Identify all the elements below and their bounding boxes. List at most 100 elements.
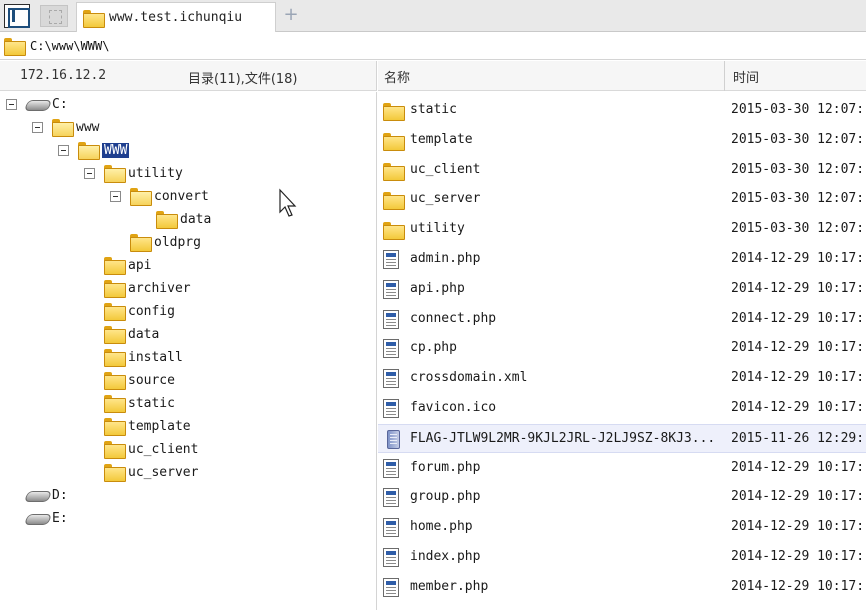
file-icon [383, 458, 399, 478]
folder-open-icon [52, 119, 74, 137]
file-time: 2014-12-29 10:17: [731, 549, 865, 564]
folder-icon [104, 303, 126, 321]
path-input[interactable] [30, 39, 850, 53]
tree-node-d[interactable]: D: [26, 484, 68, 506]
file-name: crossdomain.xml [410, 370, 528, 386]
file-time: 2014-12-29 10:17: [731, 310, 865, 326]
file-time: 2014-12-29 10:17: [731, 459, 865, 475]
file-name: static [410, 102, 457, 117]
address-bar [0, 33, 866, 60]
tree-node-api[interactable]: api [104, 254, 151, 276]
tab-label: www.test.ichunqiu [109, 10, 243, 25]
server-ip: 172.16.12.2 [20, 68, 107, 83]
directory-tree: C: www WWW utility convert data oldprg a… [0, 92, 377, 610]
tree-node-convert[interactable]: convert [130, 185, 209, 207]
tree-node-WWW[interactable]: WWW [78, 139, 130, 161]
tree-node-oldprg[interactable]: oldprg [130, 231, 201, 253]
file-name: forum.php [410, 459, 481, 475]
file-name: uc_server [410, 191, 481, 207]
file-icon [383, 369, 399, 389]
file-time: 2015-03-30 12:07: [731, 191, 865, 207]
grid-view-button[interactable] [40, 5, 68, 27]
folder-icon [156, 211, 178, 229]
file-name: admin.php [410, 251, 481, 266]
column-name[interactable]: 名称 [384, 67, 410, 86]
file-name: connect.php [410, 310, 497, 326]
folder-icon [104, 441, 126, 459]
file-row[interactable]: group.php 2014-12-29 10:17: [378, 483, 866, 512]
toggle-panel-button[interactable] [4, 4, 30, 28]
tree-node-utility[interactable]: utility [104, 162, 183, 184]
folder-icon [104, 257, 126, 275]
file-name: uc_client [410, 161, 481, 177]
file-time: 2015-03-30 12:07: [731, 221, 865, 237]
tree-node-c[interactable]: C: [26, 93, 68, 115]
file-row[interactable]: static 2015-03-30 12:07: [378, 96, 866, 125]
collapse-toggle[interactable] [6, 99, 17, 110]
folder-icon [383, 103, 405, 121]
file-time: 2014-12-29 10:17: [731, 519, 865, 535]
tree-node-www[interactable]: www [52, 116, 99, 138]
folder-icon [4, 38, 26, 56]
file-icon [383, 309, 399, 329]
tree-node-source[interactable]: source [104, 369, 175, 391]
tree-node-install[interactable]: install [104, 346, 183, 368]
file-row[interactable]: home.php 2014-12-29 10:17: [378, 513, 866, 542]
list-header: 名称 时间 [378, 61, 866, 91]
file-time: 2014-12-29 10:17: [731, 340, 865, 356]
drive-icon [26, 98, 48, 111]
collapse-toggle[interactable] [84, 168, 95, 179]
column-time[interactable]: 时间 [733, 67, 759, 86]
file-time: 2014-12-29 10:17: [731, 578, 865, 594]
tree-node-config[interactable]: config [104, 300, 175, 322]
tree-header: 172.16.12.2 目录(11),文件(18) [0, 61, 377, 91]
file-row[interactable]: template 2015-03-30 12:07: [378, 126, 866, 155]
column-divider[interactable] [724, 61, 725, 91]
file-row[interactable]: index.php 2014-12-29 10:17: [378, 543, 866, 572]
folder-icon [383, 192, 405, 211]
file-row[interactable]: FLAG-JTLW9L2MR-9KJL2JRL-J2LJ9SZ-8KJ3... 2… [378, 423, 866, 453]
file-row[interactable]: member.php 2014-12-29 10:17: [378, 573, 866, 602]
file-list: static 2015-03-30 12:07: template 2015-03-3… [378, 92, 866, 610]
tree-node-uc-client[interactable]: uc_client [104, 438, 198, 460]
file-row[interactable]: connect.php 2014-12-29 10:17: [378, 305, 866, 334]
file-row[interactable]: api.php 2014-12-29 10:17: [378, 275, 866, 304]
tree-node-static[interactable]: static [104, 392, 175, 414]
file-row[interactable]: utility 2015-03-30 12:07: [378, 215, 866, 244]
tab-bar: www.test.ichunqiu + [0, 0, 866, 32]
file-name: group.php [410, 489, 481, 505]
folder-open-icon [78, 142, 100, 160]
folder-icon [130, 234, 152, 252]
file-row[interactable]: favicon.ico 2014-12-29 10:17: [378, 394, 866, 423]
file-time: 2015-03-30 12:07: [731, 131, 865, 147]
tree-node-data[interactable]: data [104, 323, 159, 345]
folder-icon [104, 280, 126, 298]
file-row[interactable]: cp.php 2014-12-29 10:17: [378, 334, 866, 363]
tree-node-uc-server[interactable]: uc_server [104, 461, 198, 483]
tab-www-test-ichunqiu[interactable]: www.test.ichunqiu [76, 2, 276, 32]
folder-icon [383, 222, 405, 241]
tree-node-data-sub[interactable]: data [156, 208, 211, 230]
tree-node-archiver[interactable]: archiver [104, 277, 191, 299]
folder-icon [83, 9, 105, 28]
file-time: 2015-03-30 12:07: [731, 161, 865, 177]
file-row[interactable]: uc_client 2015-03-30 12:07: [378, 156, 866, 185]
tree-node-template[interactable]: template [104, 415, 191, 437]
drive-icon [26, 512, 48, 525]
file-name: FLAG-JTLW9L2MR-9KJL2JRL-J2LJ9SZ-8KJ3... [410, 430, 716, 446]
file-row[interactable]: crossdomain.xml 2014-12-29 10:17: [378, 364, 866, 393]
collapse-toggle[interactable] [32, 122, 43, 133]
file-icon [383, 279, 399, 299]
collapse-toggle[interactable] [58, 145, 69, 156]
folder-icon [383, 162, 405, 181]
file-row[interactable]: admin.php 2014-12-29 10:17: [378, 245, 866, 274]
collapse-toggle[interactable] [110, 191, 121, 202]
drive-icon [26, 489, 48, 502]
add-tab-button[interactable]: + [283, 5, 299, 25]
folder-icon [104, 349, 126, 367]
file-row[interactable]: uc_server 2015-03-30 12:07: [378, 185, 866, 214]
file-row[interactable]: forum.php 2014-12-29 10:17: [378, 454, 866, 483]
file-icon [383, 577, 399, 597]
tree-node-e[interactable]: E: [26, 507, 68, 529]
mouse-cursor-icon [279, 188, 297, 217]
